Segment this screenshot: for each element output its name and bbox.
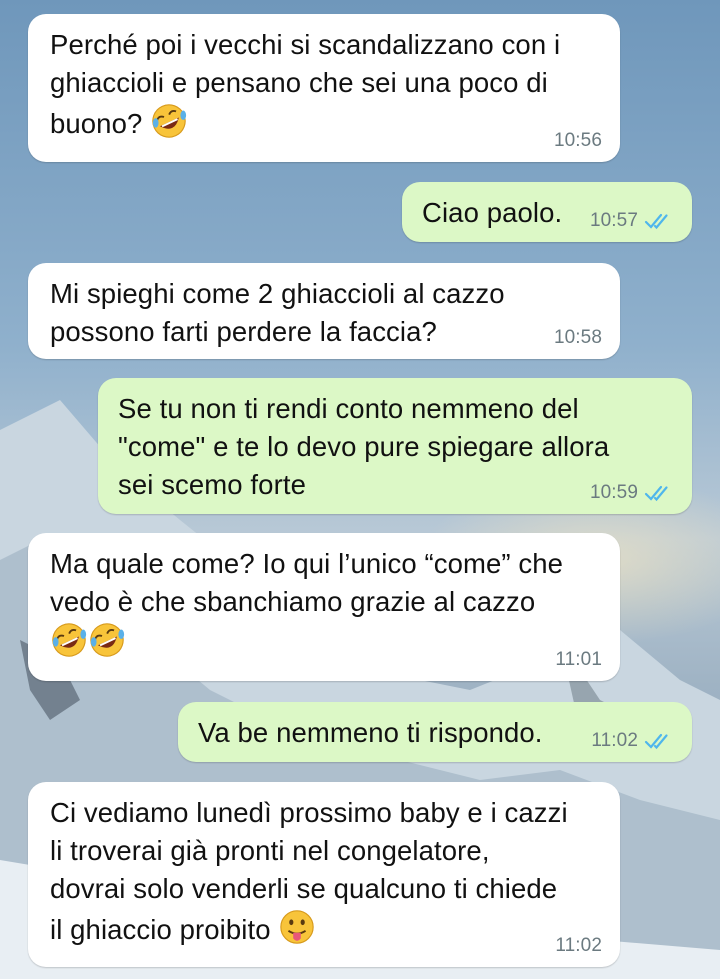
message-meta: 10:58: [554, 327, 602, 349]
message-bubble-incoming[interactable]: Perché poi i vecchi si scandalizzano con…: [28, 14, 620, 162]
message-timestamp: 10:57: [589, 210, 638, 231]
message-timestamp: 10:58: [553, 327, 602, 348]
message-text: Ma quale come? Io qui l’unico “come” che…: [50, 545, 600, 662]
message-bubble-incoming[interactable]: Ci vediamo lunedì prossimo baby e i cazz…: [28, 782, 620, 967]
chat-conversation: Perché poi i vecchi si scandalizzano con…: [0, 0, 720, 979]
double-check-read-icon: [644, 485, 668, 502]
message-timestamp: 10:59: [589, 482, 638, 503]
message-text: Ci vediamo lunedì prossimo baby e i cazz…: [50, 797, 568, 945]
message-text: Perché poi i vecchi si scandalizzano con…: [50, 26, 600, 143]
rolling-on-floor-laughing-emoji-icon: [90, 623, 125, 657]
message-meta: 11:01: [555, 649, 602, 671]
message-text: Se tu non ti rendi conto nemmeno del "com…: [118, 393, 610, 500]
message-bubble-incoming[interactable]: Ma quale come? Io qui l’unico “come” che…: [28, 533, 620, 681]
message-timestamp: 11:01: [555, 649, 602, 670]
message-meta: 10:56: [554, 130, 602, 152]
message-text: Mi spieghi come 2 ghiaccioli al cazzo pos…: [50, 278, 505, 347]
double-check-read-icon: [644, 733, 668, 750]
message-timestamp: 10:56: [553, 130, 602, 151]
message-timestamp: 11:02: [555, 935, 602, 956]
message-bubble-outgoing[interactable]: Se tu non ti rendi conto nemmeno del "com…: [98, 378, 692, 514]
message-meta: 10:59: [590, 482, 674, 504]
rolling-on-floor-laughing-emoji-icon: [52, 623, 87, 657]
message-meta: 10:57: [590, 210, 674, 232]
message-bubble-outgoing[interactable]: Va be nemmeno ti rispondo. 11:02: [178, 702, 692, 762]
message-meta: 11:02: [591, 730, 674, 752]
message-timestamp: 11:02: [591, 730, 638, 751]
message-bubble-outgoing[interactable]: Ciao paolo. 10:57: [402, 182, 692, 242]
double-check-read-icon: [644, 213, 668, 230]
message-bubble-incoming[interactable]: Mi spieghi come 2 ghiaccioli al cazzo pos…: [28, 263, 620, 359]
message-meta: 11:02: [555, 935, 602, 957]
face-with-tongue-emoji-icon: [280, 910, 315, 944]
rolling-on-floor-laughing-emoji-icon: [152, 104, 187, 138]
